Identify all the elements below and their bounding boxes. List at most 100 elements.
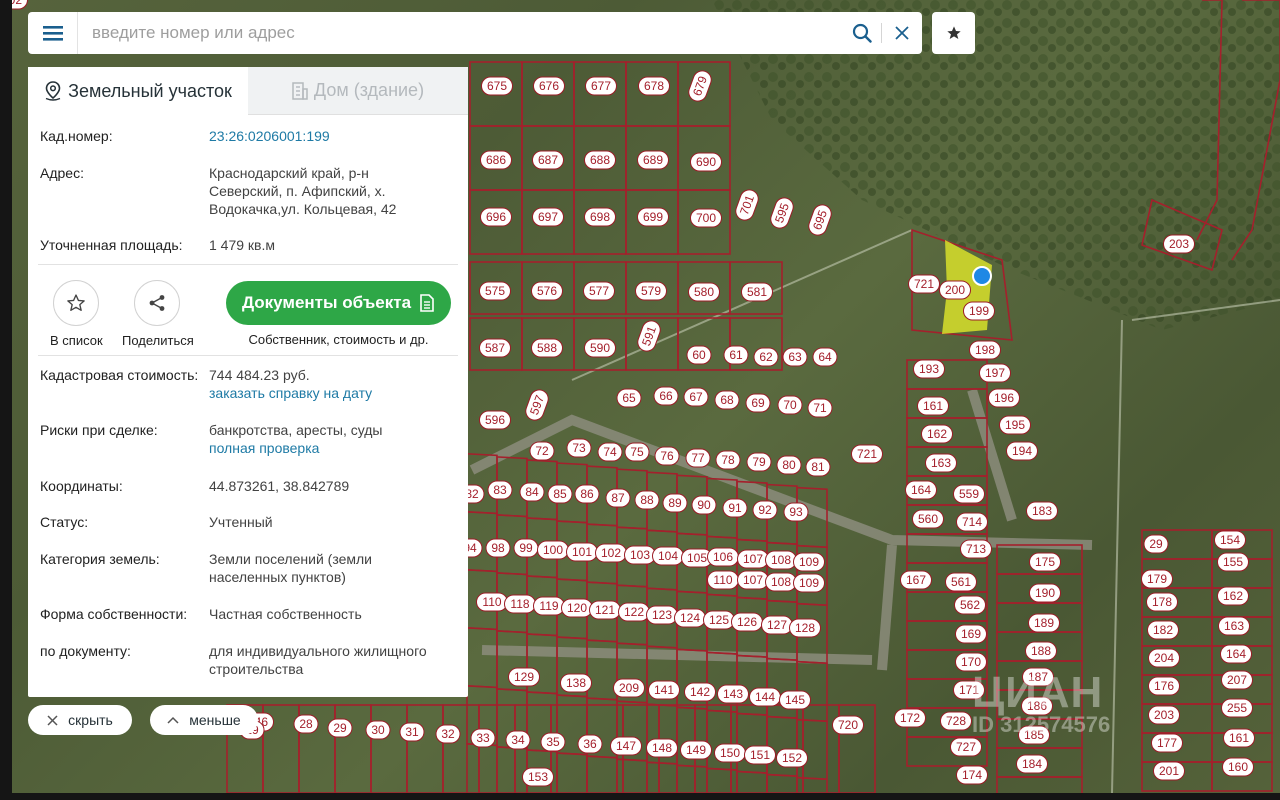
parcel-label[interactable]: 182	[1147, 620, 1179, 640]
parcel-label[interactable]: 75	[624, 442, 650, 462]
parcel-label[interactable]: 86	[574, 484, 600, 504]
parcel-label[interactable]: 145	[779, 690, 811, 710]
parcel-label[interactable]: 87	[605, 488, 631, 508]
parcel-label[interactable]: 596	[479, 410, 511, 430]
parcel-label[interactable]: 83	[487, 480, 513, 500]
parcel-label[interactable]: 700	[690, 208, 722, 228]
clear-search-button[interactable]	[882, 12, 922, 54]
parcel-label[interactable]: 149	[680, 740, 712, 760]
object-documents-button[interactable]: Документы объекта	[226, 281, 451, 325]
parcel-label[interactable]: 696	[480, 207, 512, 227]
parcel-label[interactable]: 108	[765, 572, 797, 592]
parcel-label[interactable]: 595	[768, 195, 796, 230]
menu-button[interactable]	[28, 12, 78, 54]
parcel-label[interactable]: 195	[999, 415, 1031, 435]
parcel-label[interactable]: 118	[504, 594, 536, 614]
parcel-label[interactable]: 142	[684, 682, 716, 702]
parcel-label[interactable]: 197	[979, 363, 1011, 383]
parcel-label[interactable]: 688	[584, 150, 616, 170]
parcel-label[interactable]: 163	[1218, 616, 1250, 636]
parcel-label[interactable]: 31	[399, 722, 425, 742]
parcel-label[interactable]: 713	[960, 539, 992, 559]
parcel-label[interactable]: 70	[777, 395, 803, 415]
parcel-label[interactable]: 727	[950, 737, 982, 757]
parcel-label[interactable]: 699	[637, 207, 669, 227]
parcel-label[interactable]: 152	[776, 748, 808, 768]
parcel-label[interactable]: 67	[683, 387, 709, 407]
search-button[interactable]	[843, 12, 881, 54]
parcel-label[interactable]: 189	[1028, 613, 1060, 633]
parcel-label[interactable]: 32	[435, 724, 461, 744]
parcel-label[interactable]: 138	[560, 673, 592, 693]
parcel-label[interactable]: 581	[741, 282, 773, 302]
parcel-label[interactable]: 79	[746, 452, 772, 472]
parcel-label[interactable]: 93	[783, 502, 809, 522]
parcel-label[interactable]: 124	[674, 608, 706, 628]
parcel-label[interactable]: 99	[513, 538, 539, 558]
parcel-label[interactable]: 154	[1214, 530, 1246, 550]
parcel-label[interactable]: 78	[715, 450, 741, 470]
parcel-label[interactable]: 151	[744, 745, 776, 765]
parcel-label[interactable]: 175	[1029, 552, 1061, 572]
parcel-label[interactable]: 84	[519, 482, 545, 502]
parcel-label[interactable]: 77	[685, 448, 711, 468]
parcel-label[interactable]: 110	[707, 570, 739, 590]
parcel-label[interactable]: 81	[805, 457, 831, 477]
parcel-label[interactable]: 91	[722, 498, 748, 518]
parcel-label[interactable]: 209	[613, 678, 645, 698]
parcel-label[interactable]: 89	[662, 493, 688, 513]
parcel-label[interactable]: 179	[1141, 569, 1173, 589]
parcel-label[interactable]: 579	[635, 281, 667, 301]
parcel-label[interactable]: 98	[485, 538, 511, 558]
parcel-label[interactable]: 597	[523, 387, 551, 422]
parcel-label[interactable]: 697	[532, 207, 564, 227]
parcel-label[interactable]: 721	[908, 274, 940, 294]
parcel-label[interactable]: 163	[925, 453, 957, 473]
parcel-label[interactable]: 588	[531, 338, 563, 358]
parcel-label[interactable]: 678	[638, 76, 670, 96]
parcel-label[interactable]: 701	[733, 187, 761, 222]
parcel-label[interactable]: 169	[955, 624, 987, 644]
parcel-label[interactable]: 164	[1220, 644, 1252, 664]
add-to-list-button[interactable]	[53, 280, 99, 326]
parcel-label[interactable]: 178	[1146, 592, 1178, 612]
parcel-label[interactable]: 153	[522, 767, 554, 787]
parcel-label[interactable]: 721	[851, 444, 883, 464]
parcel-label[interactable]: 29	[327, 718, 353, 738]
parcel-label[interactable]: 676	[533, 76, 565, 96]
parcel-label[interactable]: 172	[894, 708, 926, 728]
parcel-label[interactable]: 590	[584, 338, 616, 358]
parcel-label[interactable]: 66	[653, 386, 679, 406]
parcel-label[interactable]: 36	[577, 734, 603, 754]
parcel-label[interactable]: 73	[566, 438, 592, 458]
parcel-label[interactable]: 587	[479, 338, 511, 358]
parcel-label[interactable]: 575	[479, 281, 511, 301]
parcel-label[interactable]: 107	[737, 549, 769, 569]
parcel-label[interactable]: 177	[1151, 733, 1183, 753]
parcel-label[interactable]: 63	[782, 347, 808, 367]
parcel-label[interactable]: 29	[1143, 534, 1169, 554]
parcel-label[interactable]: 28	[293, 714, 319, 734]
parcel-label[interactable]: 100	[537, 540, 569, 560]
parcel-label[interactable]: 202	[12, 0, 28, 10]
parcel-label[interactable]: 123	[646, 605, 678, 625]
parcel-label[interactable]: 200	[939, 280, 971, 300]
parcel-label[interactable]: 109	[793, 552, 825, 572]
parcel-label[interactable]: 106	[707, 547, 739, 567]
parcel-label[interactable]: 675	[481, 76, 513, 96]
parcel-label[interactable]: 203	[1163, 234, 1195, 254]
parcel-label[interactable]: 560	[912, 509, 944, 529]
parcel-label[interactable]: 161	[917, 396, 949, 416]
parcel-label[interactable]: 155	[1217, 552, 1249, 572]
parcel-label[interactable]: 695	[806, 202, 834, 237]
parcel-label[interactable]: 144	[749, 687, 781, 707]
parcel-label[interactable]: 162	[921, 424, 953, 444]
parcel-label[interactable]: 176	[1148, 676, 1180, 696]
parcel-label[interactable]: 687	[532, 150, 564, 170]
parcel-label[interactable]: 150	[714, 743, 746, 763]
parcel-label[interactable]: 74	[597, 442, 623, 462]
parcel-label[interactable]: 109	[793, 573, 825, 593]
parcel-label[interactable]: 148	[646, 738, 678, 758]
parcel-label[interactable]: 194	[1006, 441, 1038, 461]
parcel-label[interactable]: 34	[505, 730, 531, 750]
